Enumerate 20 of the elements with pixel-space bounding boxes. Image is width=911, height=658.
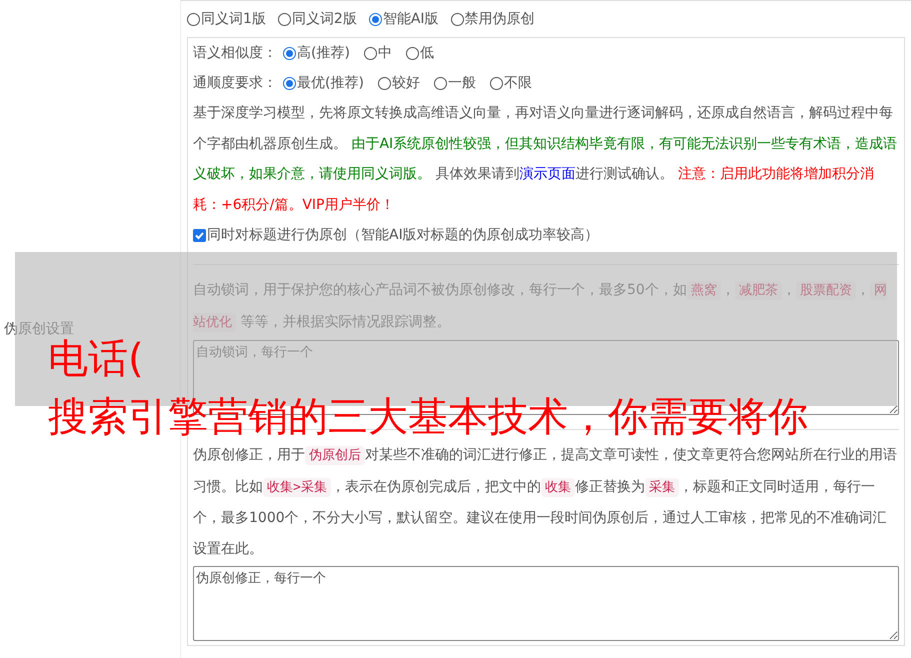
radio-option[interactable]: 低 xyxy=(406,44,434,62)
field-label: 语义相似度： xyxy=(193,44,277,62)
description-text: 基于深度学习模型，先将原文转换成高维语义向量，再对语义向量进行逐词解码，还原成自然语言，解码过程中每个字都由机器原创生成。 由于AI系统原创性较强，但其知识结构毕竟有限，有可能无法识别一些专有术语，造成语义破坏，如果介意，请使用同义词版。 具体效果请到演示页面进行测试确认。 注意：启用此功能将增加积分消耗：+6积分/篇。VIP用户半价！ xyxy=(193,104,898,214)
radio-option[interactable]: 中 xyxy=(364,44,392,62)
radio-option[interactable]: 较好 xyxy=(378,74,420,92)
checkmark-icon xyxy=(194,230,205,240)
description-text: 伪原创修正，用于 伪原创后 对某些不准确的词汇进行修正，提高文章可读性，使文章更符合您网站所在行业的用语习惯。比如 收集>采集 ，表示在伪原创完成后，把文中的 收集 修正替换为 采集 ，标题和正文同时适用，每行一个，最多1000个，不分大小写，默认留空。建议在使用一段时间伪原创后，通过人工审核，把常见的不准确词汇设置在此。 xyxy=(193,445,898,558)
radio-option[interactable]: 不限 xyxy=(490,74,532,92)
radio-option[interactable]: 禁用伪原创 xyxy=(450,10,535,28)
radio-option[interactable]: 智能AI版 xyxy=(368,10,439,28)
input-field[interactable]: 伪原创修正，每行一个 xyxy=(193,566,899,641)
radio-option[interactable]: 一般 xyxy=(434,74,476,92)
description-text: 自动锁词，用于保护您的核心产品词不被伪原创修改，每行一个，最多50个，如 燕窝 ， 减肥茶 ， 股票配资 ， 网站优化 等等，并根据实际情况跟踪调整。 xyxy=(193,280,888,334)
radio-option[interactable]: 同义词2版 xyxy=(278,10,357,28)
radio-option[interactable]: 高(推荐) xyxy=(283,44,350,62)
radio-option[interactable]: 同义词1版 xyxy=(187,10,266,28)
radio-option[interactable]: 最优(推荐) xyxy=(283,74,364,92)
title-checkbox[interactable]: 同时对标题进行伪原创（智能AI版对标题的伪原创成功率较高） xyxy=(193,226,599,244)
demo-page-link[interactable]: 演示页面 xyxy=(519,166,576,182)
field-label: 通顺度要求： xyxy=(193,74,277,92)
